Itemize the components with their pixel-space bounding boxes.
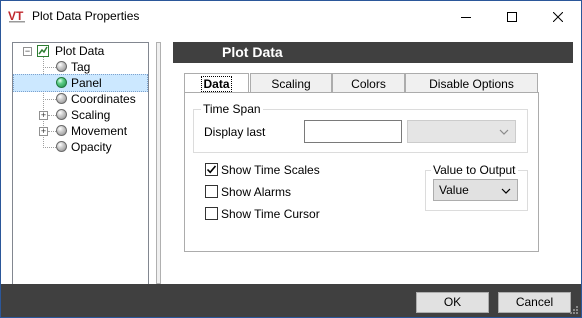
tree-item-coordinates[interactable]: Coordinates [71, 91, 136, 107]
tree-connector [48, 115, 56, 116]
tab-disable-options[interactable]: Disable Options [405, 73, 538, 93]
gray-ball-icon [56, 93, 67, 104]
value-to-output-legend: Value to Output [431, 163, 518, 177]
show-alarms-checkbox[interactable] [205, 185, 218, 198]
tree-connector [48, 131, 56, 132]
show-time-scales-checkbox[interactable] [205, 163, 218, 176]
dialog-window: VT Plot Data Properties − Plot Data Tag … [0, 0, 582, 318]
time-unit-select[interactable] [407, 120, 516, 143]
time-span-legend: Time Span [201, 102, 263, 116]
tab-data[interactable]: Data [184, 73, 249, 94]
resize-grip-icon[interactable] [569, 305, 579, 315]
pane-splitter[interactable] [156, 42, 161, 284]
expand-toggle[interactable]: + [39, 127, 48, 136]
value-to-output-select[interactable]: Value [433, 179, 518, 201]
svg-text:VT: VT [8, 9, 24, 23]
vt-logo-icon: VT [8, 8, 28, 24]
tree-connector [43, 147, 56, 148]
display-last-input[interactable] [304, 120, 402, 143]
gray-ball-icon [56, 109, 67, 120]
tab-colors[interactable]: Colors [332, 73, 405, 93]
maximize-icon [507, 11, 517, 22]
tree-item-movement[interactable]: Movement [71, 123, 127, 139]
show-time-cursor-label[interactable]: Show Time Cursor [221, 207, 320, 221]
expand-toggle[interactable]: + [39, 111, 48, 120]
property-tree[interactable]: − Plot Data Tag Panel Coordinates + Scal… [12, 42, 149, 286]
panel-header: Plot Data [173, 42, 573, 63]
checkmark-icon [206, 165, 217, 174]
tab-content-data: Time Span Display last Show Time Scales … [184, 92, 539, 252]
show-time-cursor-checkbox[interactable] [205, 207, 218, 220]
chevron-down-icon [501, 188, 511, 194]
green-ball-icon [56, 77, 67, 88]
chevron-down-icon [499, 129, 509, 135]
gray-ball-icon [56, 125, 67, 136]
minimize-icon [461, 16, 471, 18]
maximize-button[interactable] [489, 1, 535, 32]
tree-item-panel[interactable]: Panel [71, 75, 102, 91]
ok-button[interactable]: OK [416, 292, 489, 313]
minimize-button[interactable] [443, 1, 489, 32]
cancel-button[interactable]: Cancel [498, 292, 571, 313]
tree-item-tag[interactable]: Tag [71, 59, 90, 75]
button-bar: OK Cancel [1, 284, 581, 317]
close-button[interactable] [535, 1, 581, 32]
tab-data-label: Data [201, 76, 232, 92]
tree-item-plot-data[interactable]: Plot Data [55, 43, 104, 59]
gray-ball-icon [56, 141, 67, 152]
show-alarms-label[interactable]: Show Alarms [221, 185, 291, 199]
close-icon [553, 11, 563, 22]
tree-connector [43, 67, 56, 68]
tree-item-opacity[interactable]: Opacity [71, 139, 112, 155]
window-title: Plot Data Properties [32, 9, 140, 23]
display-last-label: Display last [204, 125, 266, 139]
tree-item-scaling[interactable]: Scaling [71, 107, 110, 123]
tab-scaling[interactable]: Scaling [250, 73, 332, 93]
collapse-toggle[interactable]: − [23, 47, 32, 56]
title-bar[interactable]: VT Plot Data Properties [1, 1, 581, 32]
gray-ball-icon [56, 61, 67, 72]
tree-connector [43, 99, 56, 100]
show-time-scales-label[interactable]: Show Time Scales [221, 163, 320, 177]
plot-data-node-icon [37, 45, 49, 57]
